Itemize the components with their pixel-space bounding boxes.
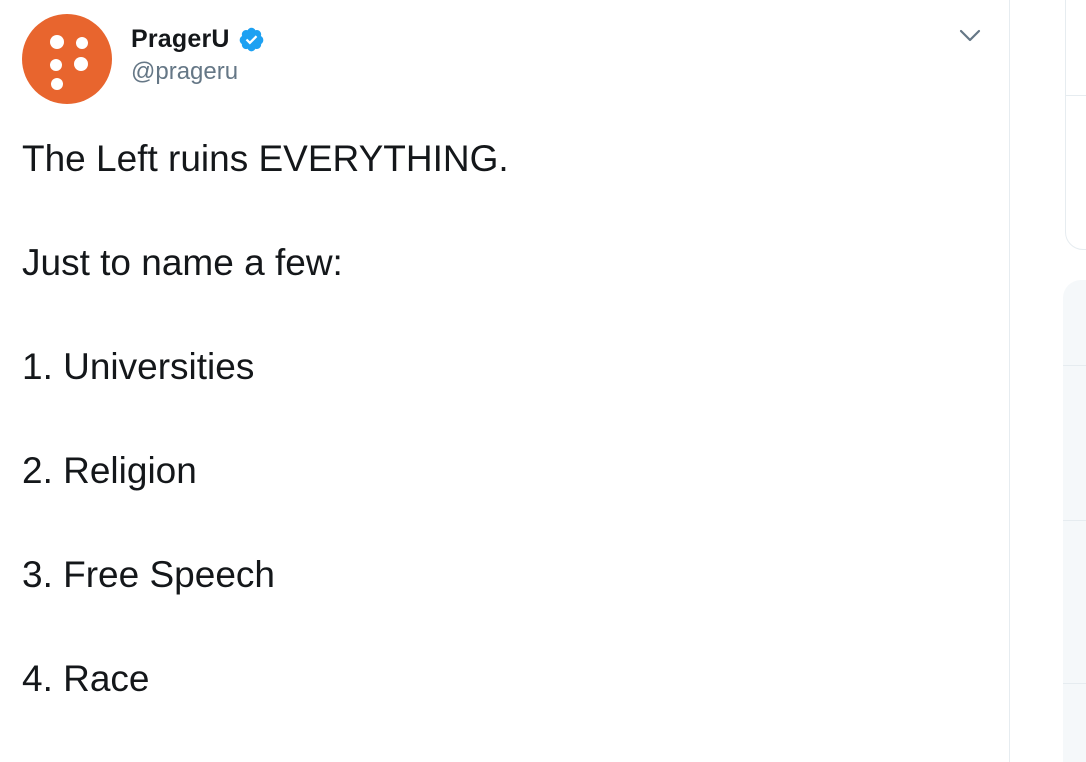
handle[interactable]: @prageru bbox=[131, 58, 265, 86]
tweet-header: PragerU @prageru bbox=[131, 22, 265, 86]
tweet-line: Just to name a few: bbox=[22, 242, 343, 283]
display-name[interactable]: PragerU bbox=[131, 25, 230, 54]
sidebar-trends-panel[interactable] bbox=[1063, 280, 1086, 762]
logo-dot bbox=[76, 37, 88, 49]
tweet-line: The Left ruins EVERYTHING. bbox=[22, 138, 509, 179]
page: PragerU @prageru The Left ruins EVERYTHI… bbox=[0, 0, 1086, 762]
tweet-text: The Left ruins EVERYTHING. Just to name … bbox=[22, 137, 982, 761]
tweet-line: 2. Religion bbox=[22, 450, 197, 491]
sidebar-panel[interactable] bbox=[1065, 0, 1086, 250]
tweet-card[interactable]: PragerU @prageru The Left ruins EVERYTHI… bbox=[0, 0, 1010, 762]
chevron-down-icon[interactable] bbox=[956, 22, 984, 50]
verified-badge-icon bbox=[238, 26, 265, 53]
tweet-line: 1. Universities bbox=[22, 346, 255, 387]
logo-dot bbox=[50, 35, 64, 49]
divider bbox=[1066, 95, 1086, 96]
avatar[interactable] bbox=[22, 14, 112, 104]
divider bbox=[1063, 365, 1086, 366]
divider bbox=[1063, 520, 1086, 521]
name-row: PragerU bbox=[131, 22, 265, 56]
logo-dot bbox=[51, 78, 63, 90]
tweet-line: 3. Free Speech bbox=[22, 554, 275, 595]
divider bbox=[1063, 683, 1086, 684]
logo-dot bbox=[74, 57, 88, 71]
logo-dot bbox=[50, 59, 62, 71]
tweet-line: 4. Race bbox=[22, 658, 150, 699]
